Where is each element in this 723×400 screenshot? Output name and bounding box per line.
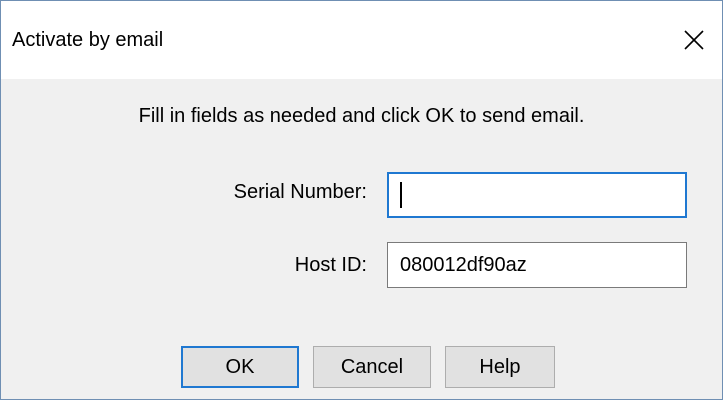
activate-by-email-dialog: Activate by email Fill in fields as need… (0, 0, 723, 400)
title-bar[interactable]: Activate by email (1, 1, 722, 79)
host-id-input[interactable] (387, 242, 687, 288)
help-button[interactable]: Help (445, 346, 555, 388)
text-caret (400, 182, 402, 208)
close-icon (684, 30, 704, 50)
instruction-text: Fill in fields as needed and click OK to… (138, 105, 585, 127)
close-button[interactable] (666, 15, 722, 65)
dialog-title: Activate by email (12, 29, 164, 51)
ok-button[interactable]: OK (181, 346, 299, 388)
serial-number-label: Serial Number: (233, 181, 367, 203)
host-id-label: Host ID: (294, 254, 367, 276)
cancel-button[interactable]: Cancel (313, 346, 431, 388)
serial-number-input[interactable] (387, 172, 687, 218)
